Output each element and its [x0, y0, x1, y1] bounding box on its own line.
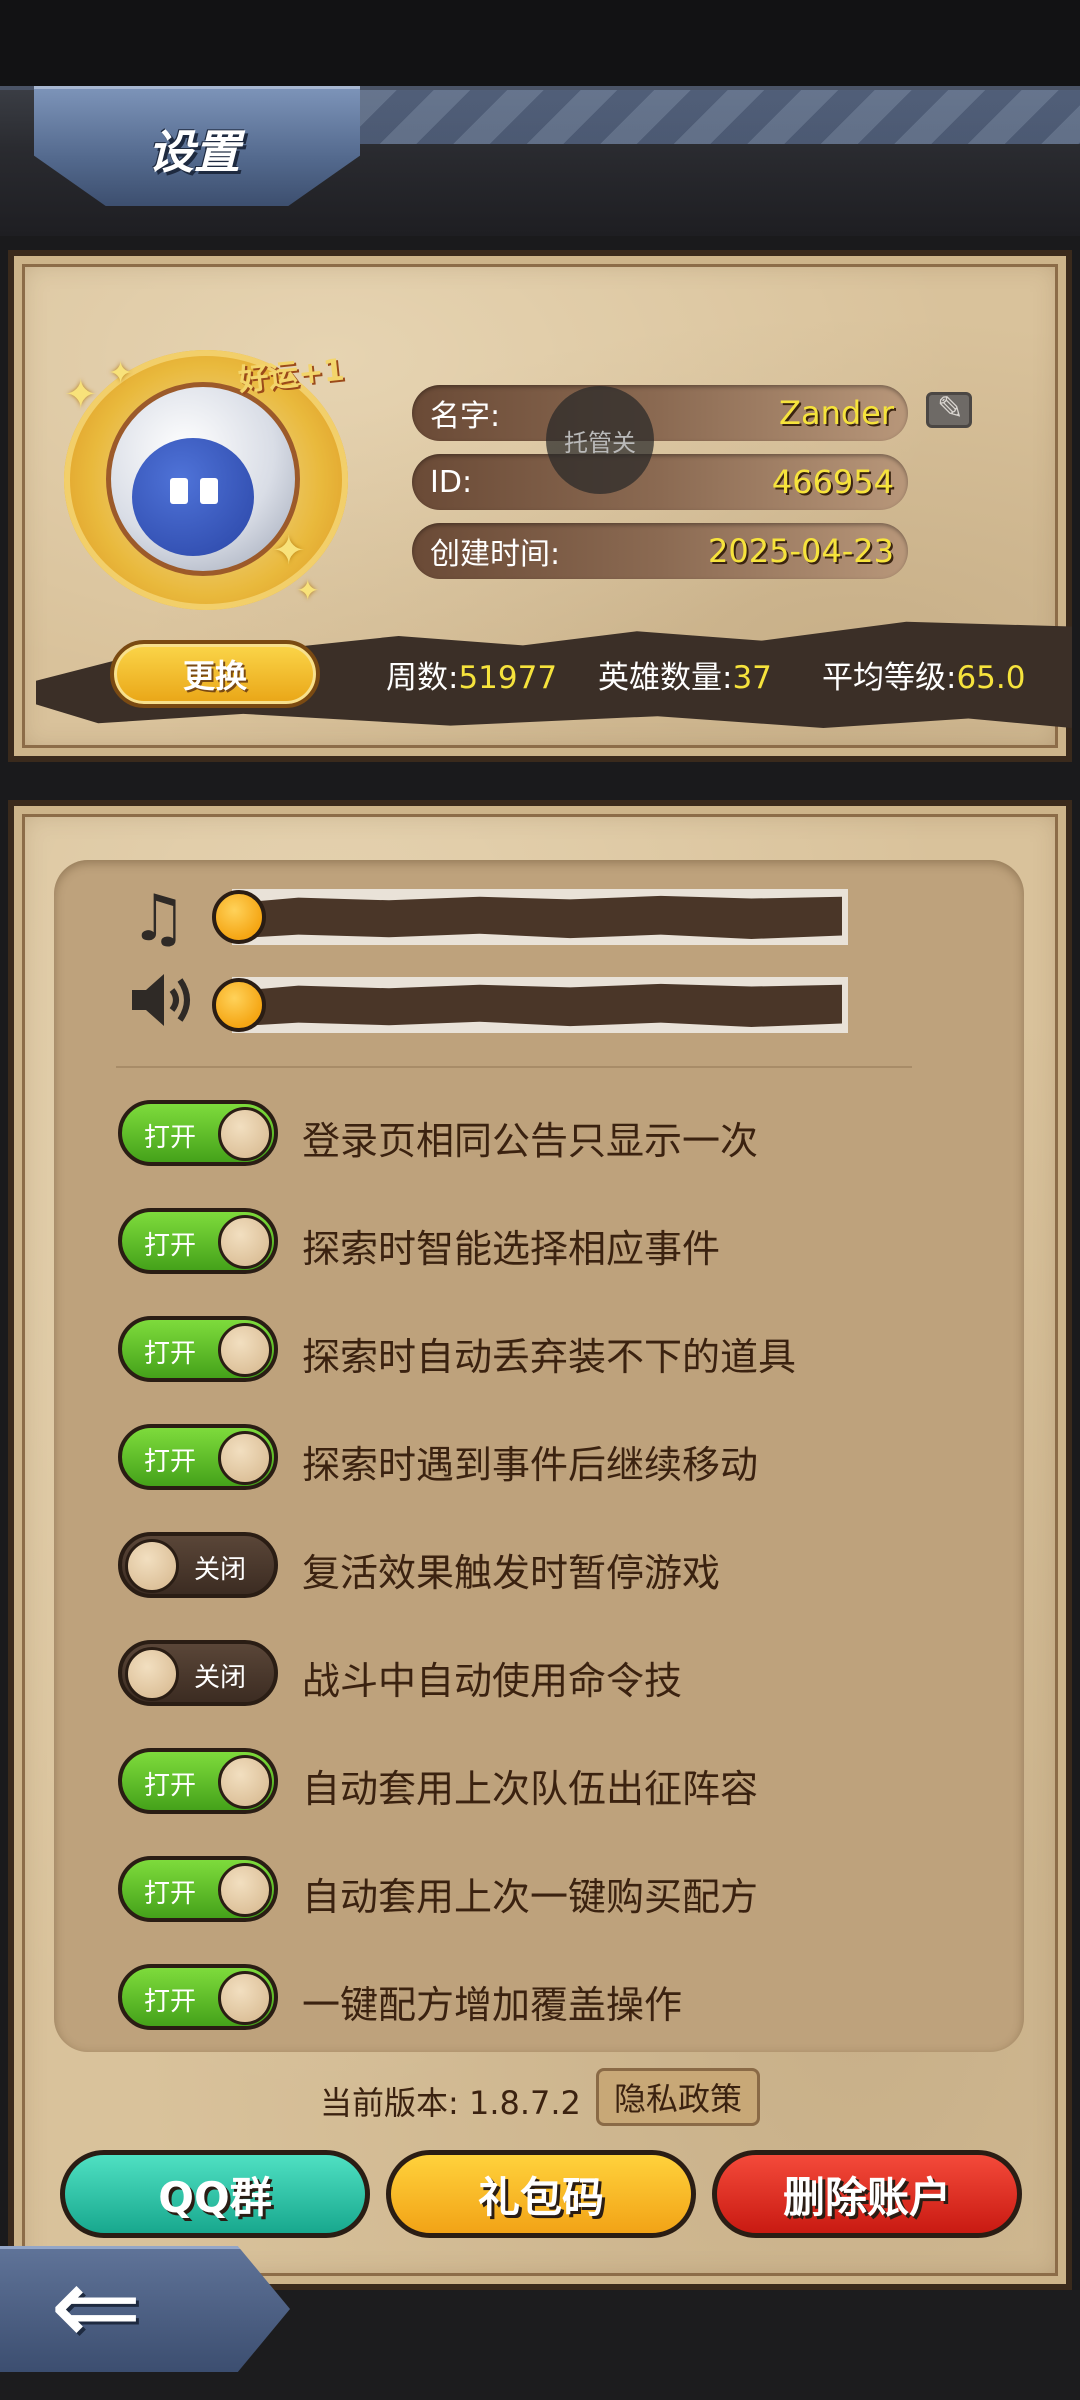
- sparkle-icon: ✦: [108, 356, 134, 391]
- option-label: 探索时遇到事件后继续移动: [302, 1443, 759, 1487]
- id-row: ID: 466954: [412, 454, 908, 510]
- option-label: 探索时自动丢弃装不下的道具: [302, 1335, 797, 1379]
- stat-weeks-value: 51977: [458, 660, 558, 696]
- stat-avg-level: 平均等级:65.0: [822, 652, 1025, 697]
- toggle-knob: [218, 1971, 272, 2025]
- id-label: ID:: [430, 464, 473, 500]
- toggle-auto-command-skill[interactable]: 关闭: [118, 1640, 278, 1706]
- avatar-eye-right: [200, 478, 218, 504]
- toggle-knob: [218, 1215, 272, 1269]
- toggle-state-label: 关闭: [194, 1555, 247, 1585]
- name-row: 名字: Zander: [412, 385, 908, 441]
- toggle-knob: [218, 1431, 272, 1485]
- status-bar: [0, 0, 1080, 86]
- option-label: 自动套用上次队伍出征阵容: [302, 1767, 759, 1811]
- back-button[interactable]: [0, 2246, 290, 2372]
- music-slider[interactable]: [238, 895, 842, 939]
- sparkle-icon: ✦: [272, 528, 306, 574]
- name-value: Zander: [779, 394, 894, 432]
- music-note-icon: ♫: [130, 882, 188, 956]
- toggle-reuse-team[interactable]: 打开: [118, 1748, 278, 1814]
- toggle-auto-discard[interactable]: 打开: [118, 1316, 278, 1382]
- stat-heroes-value: 37: [732, 660, 772, 696]
- back-arrow-icon: ⇐: [50, 2242, 143, 2370]
- option-label: 登录页相同公告只显示一次: [302, 1119, 759, 1163]
- option-label: 一键配方增加覆盖操作: [302, 1983, 683, 2027]
- toggle-recipe-overwrite[interactable]: 打开: [118, 1964, 278, 2030]
- created-label: 创建时间:: [430, 537, 561, 572]
- option-label: 战斗中自动使用命令技: [302, 1659, 683, 1703]
- toggle-knob: [218, 1107, 272, 1161]
- toggle-state-label: 打开: [144, 1987, 197, 2017]
- stat-weeks-label: 周数:: [386, 660, 459, 696]
- floating-assist-bubble[interactable]: 托管关: [546, 386, 654, 494]
- gift-code-button[interactable]: 礼包码: [386, 2150, 696, 2238]
- sparkle-icon: ✦: [296, 574, 320, 607]
- toggle-knob: [218, 1323, 272, 1377]
- toggle-state-label: 打开: [144, 1231, 197, 1261]
- toggle-state-label: 打开: [144, 1339, 197, 1369]
- page-title: 设置: [148, 125, 240, 179]
- toggle-state-label: 打开: [144, 1771, 197, 1801]
- toggle-state-label: 打开: [144, 1879, 197, 1909]
- toggle-revive-pause[interactable]: 关闭: [118, 1532, 278, 1598]
- toggle-knob: [125, 1539, 179, 1593]
- stat-heroes: 英雄数量:37: [598, 652, 772, 697]
- toggle-knob: [218, 1863, 272, 1917]
- sound-slider-handle[interactable]: [212, 978, 266, 1032]
- privacy-policy-button[interactable]: 隐私政策: [596, 2068, 760, 2126]
- toggle-login-notice[interactable]: 打开: [118, 1100, 278, 1166]
- toggle-continue-move[interactable]: 打开: [118, 1424, 278, 1490]
- toggle-state-label: 关闭: [194, 1663, 247, 1693]
- version-text: 当前版本: 1.8.7.2: [320, 2084, 581, 2122]
- toggle-knob: [218, 1755, 272, 1809]
- option-label: 自动套用上次一键购买配方: [302, 1875, 759, 1919]
- sparkle-icon: ✦: [64, 372, 98, 418]
- toggle-smart-event[interactable]: 打开: [118, 1208, 278, 1274]
- divider: [116, 1066, 912, 1068]
- option-label: 探索时智能选择相应事件: [302, 1227, 721, 1271]
- delete-account-button[interactable]: 删除账户: [712, 2150, 1022, 2238]
- id-value: 466954: [771, 463, 894, 501]
- avatar-eye-left: [170, 478, 188, 504]
- qq-group-button[interactable]: QQ群: [60, 2150, 370, 2238]
- option-label: 复活效果触发时暂停游戏: [302, 1551, 721, 1595]
- toggle-state-label: 打开: [144, 1447, 197, 1477]
- sound-slider[interactable]: [238, 983, 842, 1027]
- stat-weeks: 周数:51977: [386, 652, 557, 697]
- created-value: 2025-04-23: [708, 532, 894, 570]
- toggle-reuse-recipe[interactable]: 打开: [118, 1856, 278, 1922]
- stat-avg-level-label: 平均等级:: [822, 660, 957, 696]
- toggle-knob: [125, 1647, 179, 1701]
- avatar-face: [132, 438, 254, 556]
- music-slider-handle[interactable]: [212, 890, 266, 944]
- toggle-state-label: 打开: [144, 1123, 197, 1153]
- speaker-icon: [132, 974, 190, 1026]
- created-row: 创建时间: 2025-04-23: [412, 523, 908, 579]
- stat-avg-level-value: 65.0: [956, 660, 1026, 696]
- change-avatar-button[interactable]: 更换: [110, 640, 320, 708]
- edit-name-icon[interactable]: [926, 389, 972, 428]
- stat-heroes-label: 英雄数量:: [598, 660, 733, 696]
- name-label: 名字:: [430, 399, 501, 434]
